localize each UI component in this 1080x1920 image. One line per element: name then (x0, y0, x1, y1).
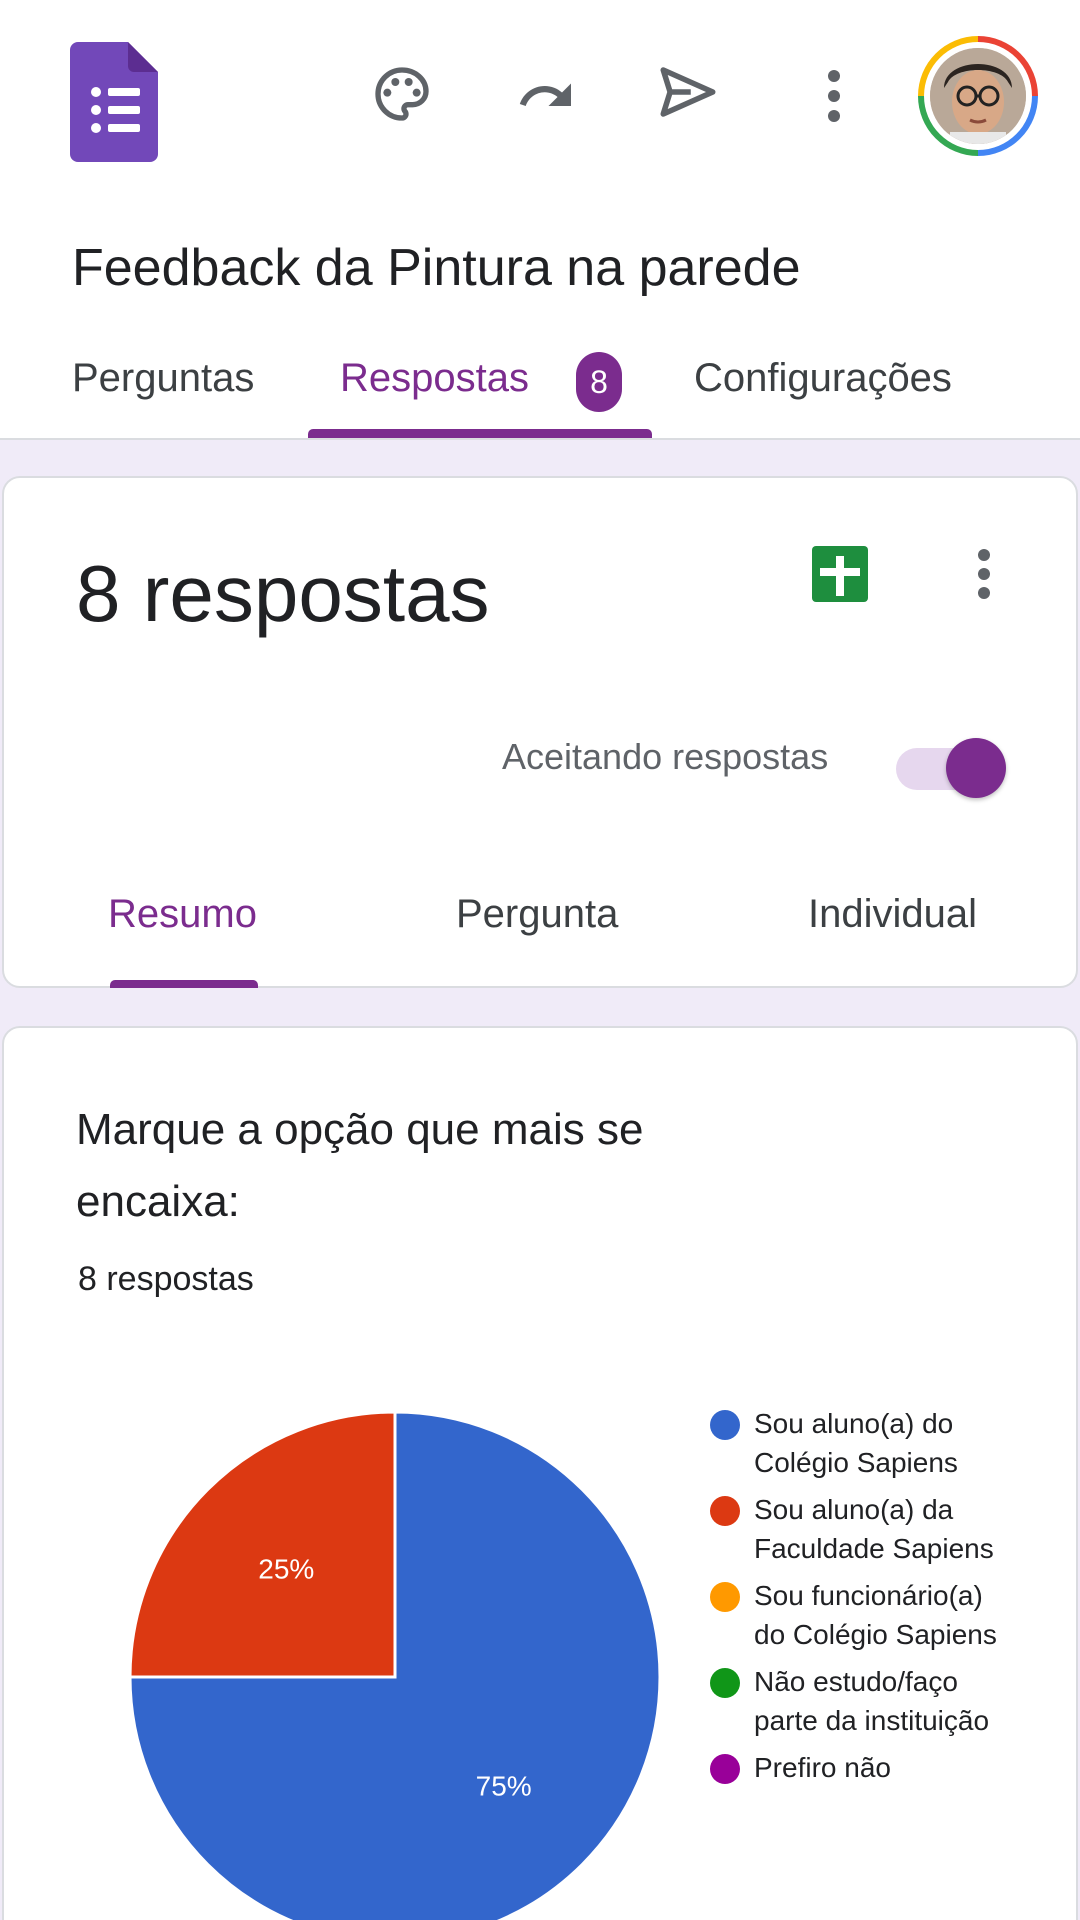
legend-swatch-2 (710, 1582, 740, 1612)
active-tab-indicator (308, 429, 652, 438)
question-title: Marque a opção que mais se encaixa: (76, 1105, 644, 1226)
responses-summary-card: 8 respostas Aceitando respostas Resumo P… (2, 476, 1078, 988)
divider (0, 438, 1080, 440)
legend-item-2: Sou funcionário(a) do Colégio Sapiens (710, 1576, 1010, 1654)
avatar-photo (930, 48, 1026, 144)
legend-swatch-4 (710, 1754, 740, 1784)
legend-swatch-1 (710, 1496, 740, 1526)
pie-slice-1[interactable] (128, 1410, 397, 1679)
subtab-resumo[interactable]: Resumo (108, 892, 257, 937)
toggle-thumb (946, 738, 1006, 798)
accepting-responses-label: Aceitando respostas (502, 736, 829, 777)
sheets-icon[interactable] (812, 546, 868, 602)
send-icon[interactable] (648, 52, 728, 132)
active-subtab-indicator (110, 980, 258, 988)
pie-chart: 75% 25% (128, 1410, 662, 1920)
pie-slice-label-1: 25% (258, 1553, 314, 1584)
undo-icon[interactable] (506, 56, 586, 136)
accepting-responses-toggle[interactable] (896, 732, 1008, 798)
more-vert-icon[interactable] (794, 56, 874, 136)
tab-configuracoes[interactable]: Configurações (694, 356, 952, 401)
legend-label-4: Prefiro não (754, 1752, 891, 1783)
top-app-bar: Feedback da Pintura na parede Perguntas … (0, 0, 1080, 440)
subtab-individual[interactable]: Individual (808, 892, 977, 937)
avatar[interactable] (918, 36, 1038, 156)
legend-item-4: Prefiro não (710, 1748, 1010, 1787)
legend-label-3: Não estudo/faço parte da instituição (754, 1666, 990, 1736)
legend-label-2: Sou funcionário(a) do Colégio Sapiens (754, 1580, 997, 1650)
pie-slice-label-0: 75% (476, 1771, 532, 1802)
more-vert-icon[interactable] (948, 538, 1020, 610)
form-title[interactable]: Feedback da Pintura na parede (72, 238, 801, 298)
tab-perguntas[interactable]: Perguntas (72, 356, 254, 401)
legend-swatch-3 (710, 1668, 740, 1698)
forms-logo-icon[interactable] (70, 42, 158, 162)
responses-title: 8 respostas (76, 549, 490, 638)
responses-count-badge: 8 (576, 352, 622, 412)
legend-label-1: Sou aluno(a) da Faculdade Sapiens (754, 1494, 994, 1564)
legend-item-0: Sou aluno(a) do Colégio Sapiens (710, 1404, 1010, 1482)
tab-respostas[interactable]: Respostas (340, 356, 529, 401)
question-summary-card: Marque a opção que mais se encaixa: 8 re… (2, 1026, 1078, 1920)
legend-label-0: Sou aluno(a) do Colégio Sapiens (754, 1408, 958, 1478)
palette-icon[interactable] (362, 54, 442, 134)
legend-swatch-0 (710, 1410, 740, 1440)
legend-item-3: Não estudo/faço parte da instituição (710, 1662, 1010, 1740)
chart-legend: Sou aluno(a) do Colégio Sapiens Sou aluno… (710, 1404, 1010, 1795)
question-response-count: 8 respostas (78, 1260, 254, 1298)
subtab-pergunta[interactable]: Pergunta (456, 892, 618, 937)
legend-item-1: Sou aluno(a) da Faculdade Sapiens (710, 1490, 1010, 1568)
